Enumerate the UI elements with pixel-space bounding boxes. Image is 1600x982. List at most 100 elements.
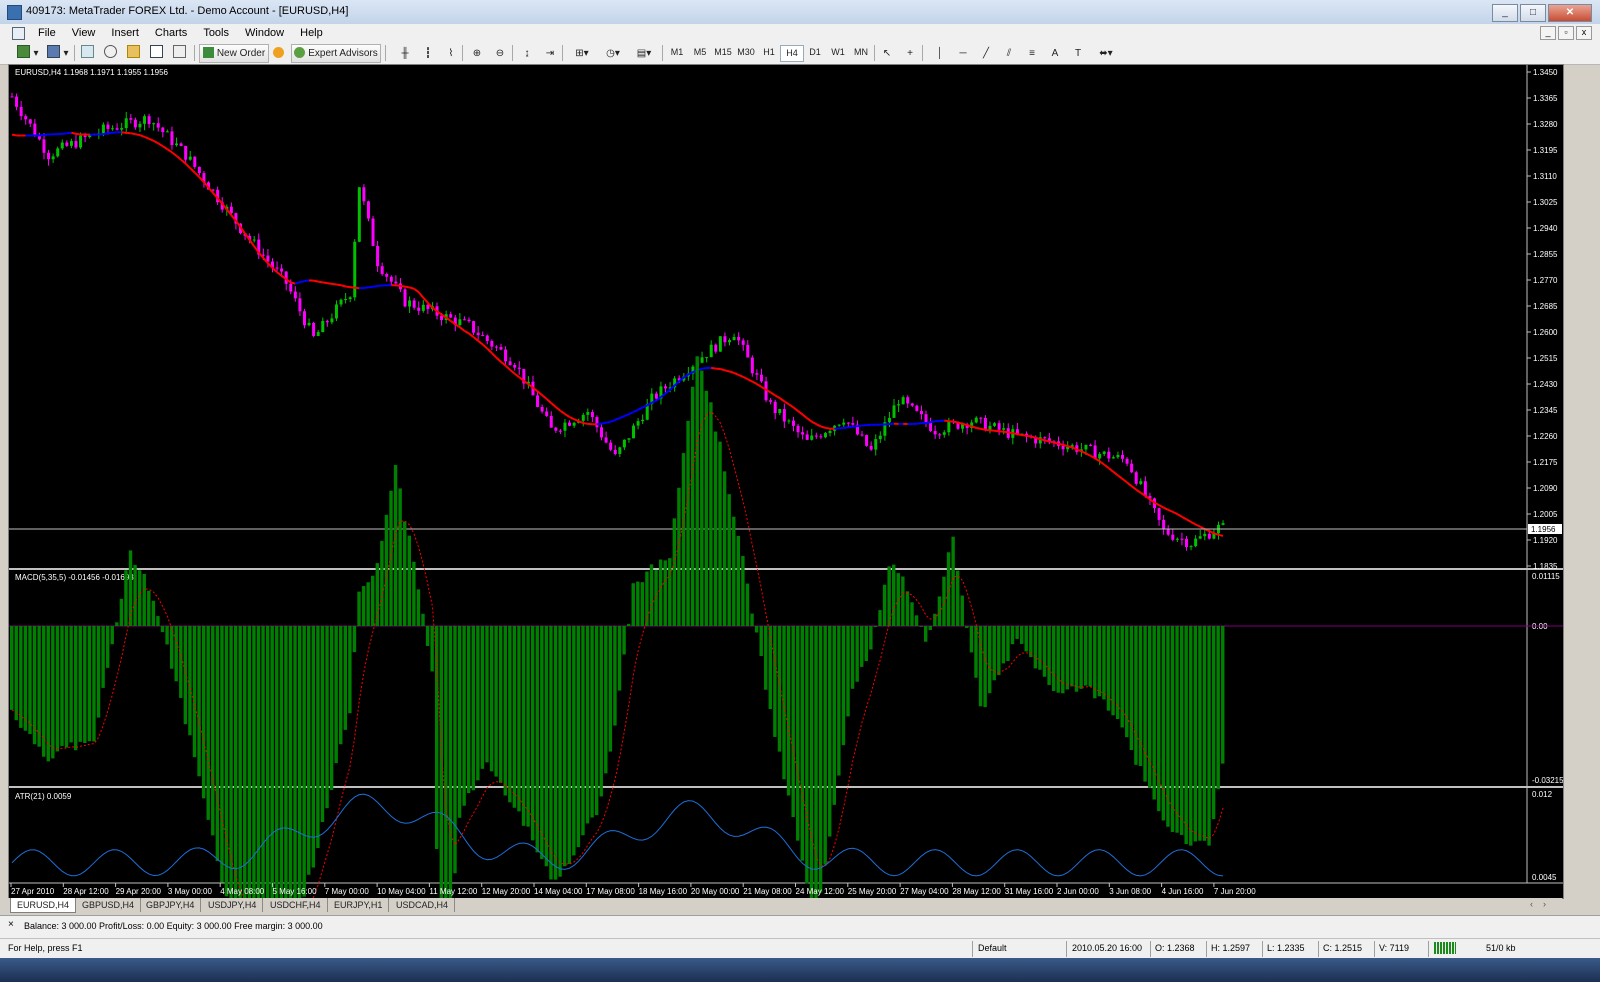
- mdi-restore-button[interactable]: ▫: [1558, 26, 1574, 40]
- trendline-icon[interactable]: ╱: [977, 44, 995, 63]
- macd-bar: [576, 626, 581, 848]
- timeframe-mn[interactable]: MN: [850, 45, 872, 60]
- channel-icon[interactable]: ⫽: [1000, 44, 1018, 63]
- document-icon[interactable]: [12, 27, 25, 40]
- terminal-close-icon[interactable]: ×: [8, 919, 14, 930]
- tab-eurjpy-h1[interactable]: EURJPY,H1: [328, 898, 390, 912]
- maximize-button[interactable]: □: [1520, 4, 1546, 22]
- minimize-button[interactable]: _: [1492, 4, 1518, 22]
- candlestick-icon[interactable]: ┇: [419, 44, 437, 63]
- atr-axis-bottom: 0.0045: [1532, 873, 1557, 882]
- macd-bar: [302, 626, 306, 897]
- text-tool-icon[interactable]: A: [1046, 44, 1064, 63]
- periods-icon[interactable]: ◷▾: [599, 44, 627, 63]
- moving-average-line: [788, 403, 795, 409]
- tab-scroll-arrows[interactable]: ‹›: [1530, 899, 1556, 909]
- cursor-icon[interactable]: ↖: [878, 44, 896, 63]
- moving-average-line: [11, 133, 17, 137]
- templates-icon[interactable]: ▤▾: [630, 44, 658, 63]
- new-chart-icon[interactable]: ▾: [14, 44, 42, 63]
- chart-canvas[interactable]: EURUSD,H4 1.1968 1.1971 1.1955 1.1956 MA…: [9, 65, 1563, 898]
- timeframe-m30[interactable]: M30: [735, 45, 757, 60]
- data-window-icon[interactable]: [126, 44, 144, 63]
- macd-bar: [965, 626, 969, 628]
- macd-bar: [663, 560, 667, 626]
- macd-bar: [974, 626, 978, 678]
- menu-view[interactable]: View: [64, 26, 104, 40]
- moving-average-line: [985, 428, 991, 432]
- macd-bar: [439, 626, 443, 898]
- zoom-in-icon[interactable]: ⊕: [468, 44, 486, 63]
- menu-file[interactable]: File: [30, 26, 64, 40]
- auto-scroll-icon[interactable]: ↨: [518, 44, 536, 63]
- line-chart-icon[interactable]: ⌇: [442, 44, 460, 63]
- macd-axis-bottom: -0.03215: [1532, 776, 1563, 785]
- candle-body: [179, 143, 183, 146]
- time-tick-label: 3 Jun 08:00: [1109, 887, 1151, 896]
- menu-charts[interactable]: Charts: [147, 26, 195, 40]
- candle-body: [42, 139, 46, 153]
- macd-bar: [1006, 626, 1010, 661]
- macd-bar: [727, 494, 731, 626]
- tab-gbpusd-h4[interactable]: GBPUSD,H4: [76, 898, 142, 912]
- navigator-icon[interactable]: [103, 44, 121, 63]
- horizontal-line-icon[interactable]: ─: [954, 44, 972, 63]
- fibonacci-icon[interactable]: ≡: [1023, 44, 1041, 63]
- candle-body: [755, 373, 759, 375]
- mdi-close-button[interactable]: x: [1576, 26, 1592, 40]
- candle-body: [1061, 445, 1065, 450]
- close-button[interactable]: ✕: [1548, 4, 1592, 22]
- market-watch-icon[interactable]: [80, 44, 98, 63]
- bar-chart-icon[interactable]: ╫: [396, 44, 414, 63]
- crosshair-icon[interactable]: +: [901, 44, 919, 63]
- moving-average-line: [720, 368, 726, 372]
- tab-usdjpy-h4[interactable]: USDJPY,H4: [202, 898, 264, 912]
- expert-advisors-button[interactable]: Expert Advisors: [291, 44, 381, 63]
- timeframe-w1[interactable]: W1: [827, 45, 849, 60]
- arrows-icon[interactable]: ⬌▾: [1092, 44, 1120, 63]
- candle-body: [572, 422, 576, 426]
- text-label-icon[interactable]: T: [1069, 44, 1087, 63]
- candle-body: [389, 276, 393, 282]
- timeframe-h1[interactable]: H1: [758, 45, 780, 60]
- chart-shift-icon[interactable]: ⇥: [541, 44, 559, 63]
- timeframe-h4[interactable]: H4: [780, 45, 804, 62]
- zoom-out-icon[interactable]: ⊖: [491, 44, 509, 63]
- tab-eurusd-h4[interactable]: EURUSD,H4: [10, 898, 77, 913]
- timeframe-d1[interactable]: D1: [804, 45, 826, 60]
- vertical-line-icon[interactable]: │: [931, 44, 949, 63]
- candle-body: [490, 341, 494, 347]
- menu-insert[interactable]: Insert: [103, 26, 147, 40]
- candle-body: [481, 335, 485, 337]
- profiles-icon[interactable]: ▾: [44, 44, 72, 63]
- timeframe-m15[interactable]: M15: [712, 45, 734, 60]
- metaeditor-icon[interactable]: [271, 44, 289, 63]
- moving-average-line: [1190, 521, 1197, 526]
- tab-gbpjpy-h4[interactable]: GBPJPY,H4: [140, 898, 202, 912]
- candle-body: [472, 321, 476, 333]
- candle-body: [664, 386, 668, 389]
- menu-tools[interactable]: Tools: [195, 26, 237, 40]
- moving-average-line: [797, 410, 804, 416]
- tab-usdcad-h4[interactable]: USDCAD,H4: [390, 898, 456, 912]
- indicators-icon[interactable]: ⊞▾: [568, 44, 596, 63]
- candle-body: [494, 346, 498, 348]
- price-tick-label: 1.3280: [1533, 120, 1558, 129]
- menu-window[interactable]: Window: [237, 26, 292, 40]
- macd-bar: [681, 453, 686, 626]
- terminal-icon[interactable]: [149, 44, 167, 63]
- time-tick-label: 21 May 08:00: [743, 887, 792, 896]
- menu-help[interactable]: Help: [292, 26, 331, 40]
- moving-average-line: [1176, 513, 1183, 518]
- timeframe-m1[interactable]: M1: [666, 45, 688, 60]
- chart-area[interactable]: EURUSD,H4 1.1968 1.1971 1.1955 1.1956 MA…: [8, 64, 1564, 899]
- tab-usdchf-h4[interactable]: USDCHF,H4: [264, 898, 328, 912]
- time-tick-label: 2 Jun 00:00: [1057, 887, 1099, 896]
- candle-body: [330, 318, 334, 323]
- strategy-tester-icon[interactable]: [172, 44, 190, 63]
- macd-bar: [809, 626, 814, 898]
- mdi-minimize-button[interactable]: _: [1540, 26, 1556, 40]
- macd-bar: [960, 595, 964, 626]
- new-order-button[interactable]: New Order: [199, 44, 269, 63]
- timeframe-m5[interactable]: M5: [689, 45, 711, 60]
